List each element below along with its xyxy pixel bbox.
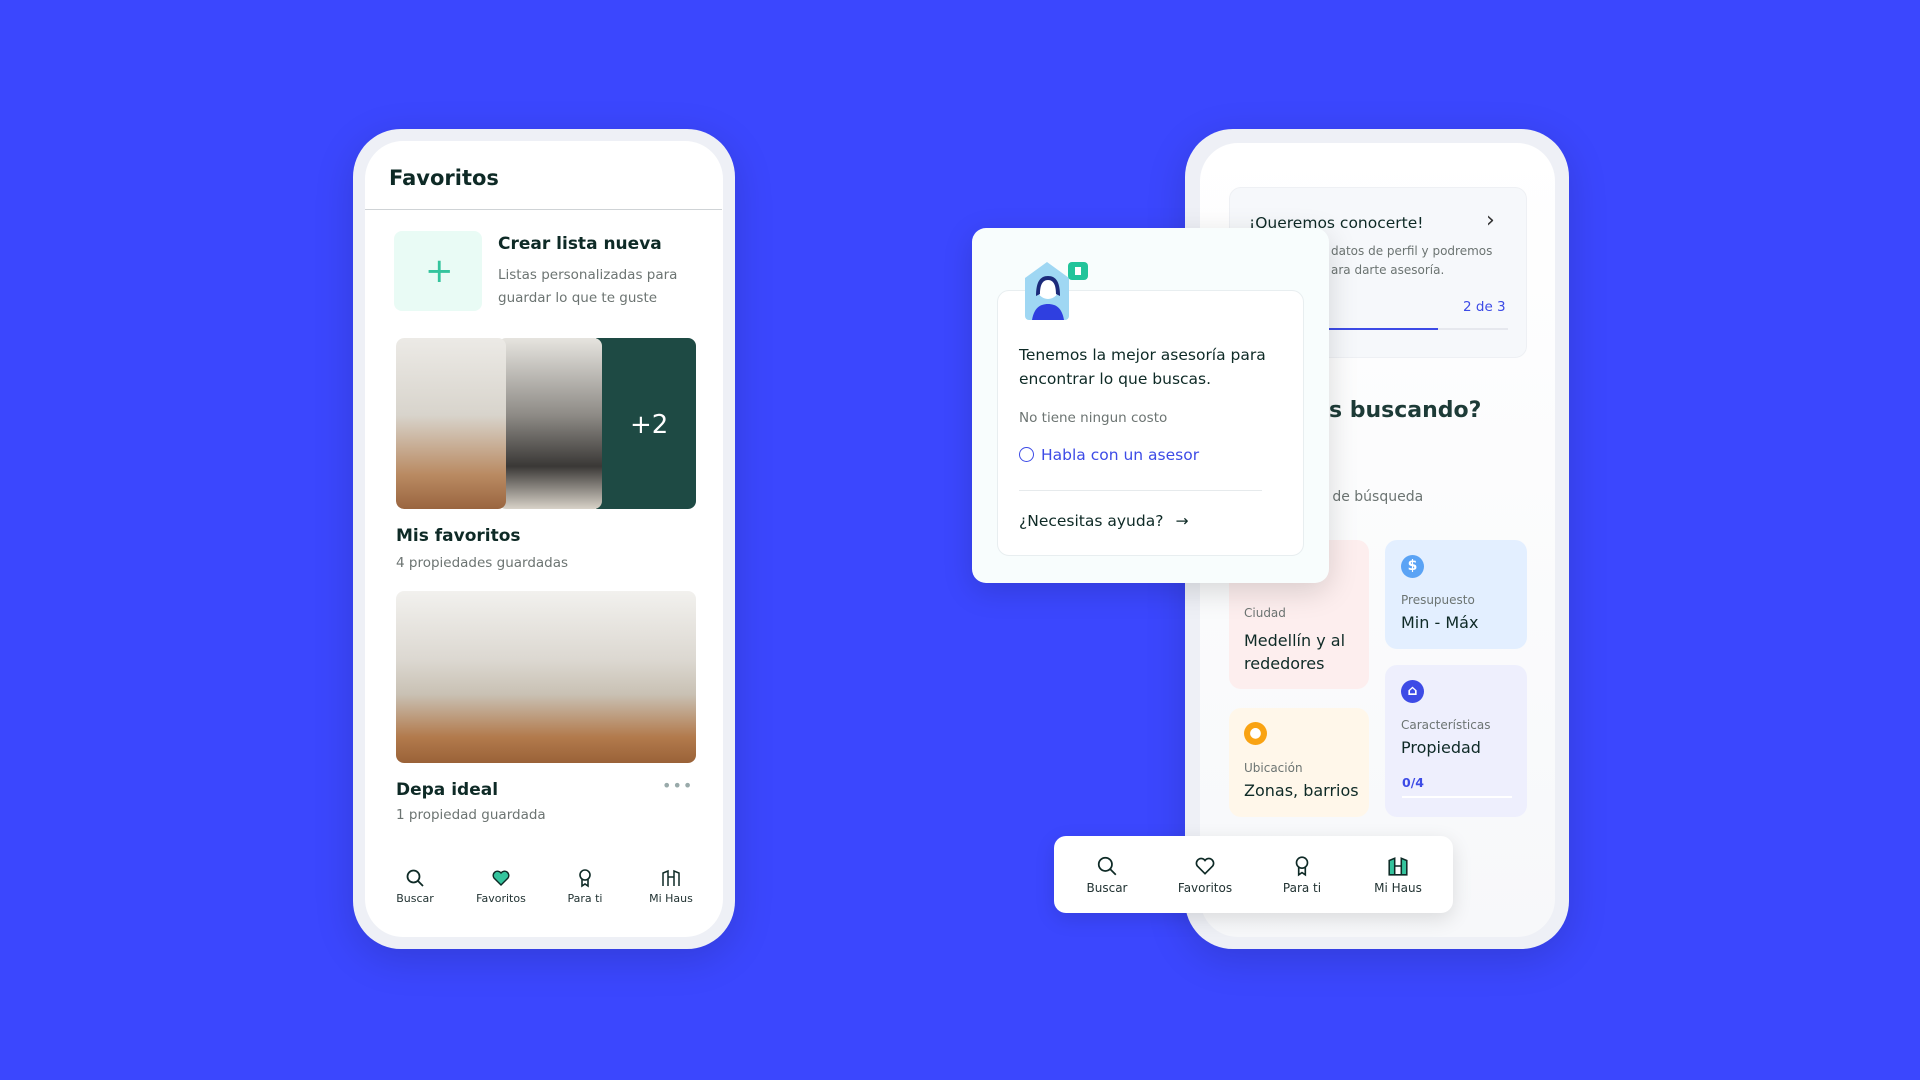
- filter-value: Zonas, barrios: [1244, 781, 1359, 800]
- filter-caracteristicas[interactable]: ⌂ Características Propiedad 0/4: [1385, 665, 1527, 817]
- nav-para-ti[interactable]: Para ti: [1262, 855, 1342, 895]
- advisor-message: Tenemos la mejor asesoría para: [1019, 346, 1266, 364]
- list-name[interactable]: Mis favoritos: [396, 526, 521, 546]
- nav-label: Favoritos: [1177, 881, 1233, 895]
- building-icon: [662, 869, 680, 886]
- whatsapp-icon: [1019, 447, 1034, 462]
- advisor-popup: Tenemos la mejor asesoría para encontrar…: [972, 228, 1329, 583]
- filter-label: Ubicación: [1244, 761, 1303, 775]
- create-list-title[interactable]: Crear lista nueva: [498, 234, 662, 254]
- list-count: 1 propiedad guardada: [396, 807, 546, 823]
- profile-card-text: datos de perfil y podremos: [1331, 244, 1493, 258]
- list-name[interactable]: Depa ideal: [396, 780, 498, 800]
- filter-value: Min - Máx: [1401, 613, 1479, 632]
- property-photo: [498, 338, 602, 509]
- depa-ideal-photo[interactable]: [396, 591, 696, 763]
- filter-progress-track: [1402, 796, 1512, 798]
- header-divider: [365, 209, 722, 210]
- nav-favoritos[interactable]: Favoritos: [1165, 855, 1245, 895]
- extra-photos-count: +2: [630, 410, 669, 440]
- create-list-button[interactable]: +: [394, 231, 482, 311]
- mis-favoritos-gallery[interactable]: +2: [396, 338, 696, 509]
- search-icon: [1097, 856, 1117, 876]
- filter-value: Propiedad: [1401, 738, 1481, 757]
- nav-label: Para ti: [1282, 881, 1322, 895]
- arrow-right-icon: →: [1175, 512, 1189, 530]
- location-pin-icon: ●: [1244, 722, 1267, 745]
- profile-card-text: ara darte asesoría.: [1331, 263, 1445, 277]
- nav-mi-haus[interactable]: Mi Haus: [1358, 855, 1438, 895]
- step-indicator: 2 de 3: [1463, 299, 1506, 315]
- nav-label: Buscar: [396, 892, 434, 905]
- nav-label: Favoritos: [476, 892, 526, 905]
- dollar-icon: $: [1401, 555, 1424, 578]
- advisor-avatar: [1025, 262, 1088, 320]
- building-icon: [1388, 857, 1408, 876]
- advisor-note: No tiene ningun costo: [1019, 410, 1168, 426]
- award-icon: [1295, 856, 1309, 877]
- nav-mi-haus[interactable]: Mi Haus: [631, 868, 711, 905]
- nav-buscar[interactable]: Buscar: [1067, 855, 1147, 895]
- home-icon: ⌂: [1401, 680, 1424, 703]
- nav-label: Para ti: [567, 892, 603, 905]
- plus-icon: +: [425, 251, 454, 291]
- property-photo: [396, 338, 506, 509]
- nav-label: Mi Haus: [1374, 881, 1422, 895]
- nav-label: Mi Haus: [649, 892, 693, 905]
- help-label: ¿Necesitas ayuda?: [1019, 512, 1164, 530]
- filter-label: Ciudad: [1244, 606, 1286, 620]
- heart-icon: [492, 870, 510, 886]
- floating-bottom-nav: Buscar Favoritos Para ti Mi Haus: [1054, 836, 1453, 913]
- search-icon: [406, 869, 424, 887]
- filter-progress: 0/4: [1402, 775, 1424, 790]
- filter-value: Medellín y al: [1244, 631, 1346, 650]
- section-subheading: l de búsqueda: [1324, 489, 1424, 505]
- nav-favoritos[interactable]: Favoritos: [461, 868, 541, 905]
- chevron-right-icon[interactable]: ›: [1486, 208, 1495, 233]
- section-heading: s buscando?: [1329, 398, 1482, 423]
- create-list-description: Listas personalizadas para: [498, 267, 678, 283]
- filter-ubicacion[interactable]: ● Ubicación Zonas, barrios: [1229, 708, 1369, 817]
- list-count: 4 propiedades guardadas: [396, 555, 569, 571]
- more-horizontal-icon[interactable]: •••: [662, 776, 693, 795]
- filter-presupuesto[interactable]: $ Presupuesto Min - Máx: [1385, 540, 1527, 649]
- filter-label: Características: [1401, 718, 1491, 732]
- help-link[interactable]: ¿Necesitas ayuda? →: [1019, 512, 1188, 530]
- cta-label: Habla con un asesor: [1041, 446, 1200, 464]
- advisor-message: encontrar lo que buscas.: [1019, 370, 1212, 388]
- nav-label: Buscar: [1086, 881, 1128, 895]
- talk-to-advisor-link[interactable]: Habla con un asesor: [1019, 446, 1199, 464]
- page-title: Favoritos: [389, 166, 499, 190]
- filter-label: Presupuesto: [1401, 593, 1475, 607]
- nav-buscar[interactable]: Buscar: [375, 868, 455, 905]
- award-icon: [579, 869, 591, 888]
- heart-icon: [1195, 857, 1215, 875]
- filter-value: rededores: [1244, 654, 1325, 673]
- popup-divider: [1019, 490, 1262, 491]
- create-list-description: guardar lo que te guste: [498, 290, 658, 306]
- nav-para-ti[interactable]: Para ti: [545, 868, 625, 905]
